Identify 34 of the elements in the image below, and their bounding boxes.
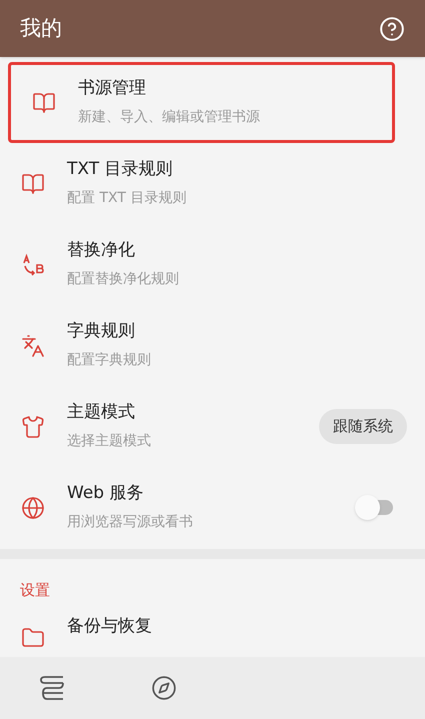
menu-item[interactable]: 备份与恢复 [0, 602, 425, 657]
item-title: TXT 目录规则 [67, 159, 174, 180]
book-icon [32, 90, 56, 114]
item-title: 备份与恢复 [67, 616, 152, 637]
help-icon[interactable] [379, 16, 405, 42]
globe-icon [21, 496, 45, 520]
folder-icon [21, 626, 45, 650]
item-subtitle: 配置替换净化规则 [67, 271, 180, 289]
menu-item[interactable]: Web 服务 用浏览器写源或看书 [0, 467, 425, 548]
shirt-icon [21, 414, 45, 438]
item-subtitle: 配置 TXT 目录规则 [67, 190, 188, 208]
toggle-switch[interactable] [355, 495, 395, 520]
page-title: 我的 [20, 14, 62, 42]
menu-item[interactable]: 字典规则 配置字典规则 [0, 305, 425, 386]
menu-item[interactable]: 书源管理 新建、导入、编辑或管理书源 [8, 62, 395, 143]
swap-letters-icon [21, 252, 45, 276]
menu-item[interactable]: 主题模式 选择主题模式 跟随系统 [0, 386, 425, 467]
theme-chip[interactable]: 跟随系统 [319, 409, 407, 444]
item-title: 主题模式 [67, 402, 136, 424]
menu-item[interactable]: TXT 目录规则 配置 TXT 目录规则 [0, 143, 425, 224]
item-title: 替换净化 [67, 240, 136, 262]
item-title: 书源管理 [78, 78, 147, 100]
menu-item[interactable]: 替换净化 配置替换净化规则 [0, 224, 425, 305]
section-heading: 设置 [19, 580, 51, 601]
item-subtitle: 配置字典规则 [67, 352, 152, 370]
bookshelf-icon [39, 675, 67, 701]
item-title: 字典规则 [67, 321, 136, 342]
item-subtitle: 新建、导入、编辑或管理书源 [78, 109, 261, 127]
translate-icon [21, 334, 45, 358]
book-icon [21, 172, 45, 196]
item-subtitle: 选择主题模式 [67, 433, 152, 451]
compass-icon [151, 675, 177, 701]
item-title: Web 服务 [67, 483, 144, 504]
item-subtitle: 用浏览器写源或看书 [67, 514, 194, 532]
